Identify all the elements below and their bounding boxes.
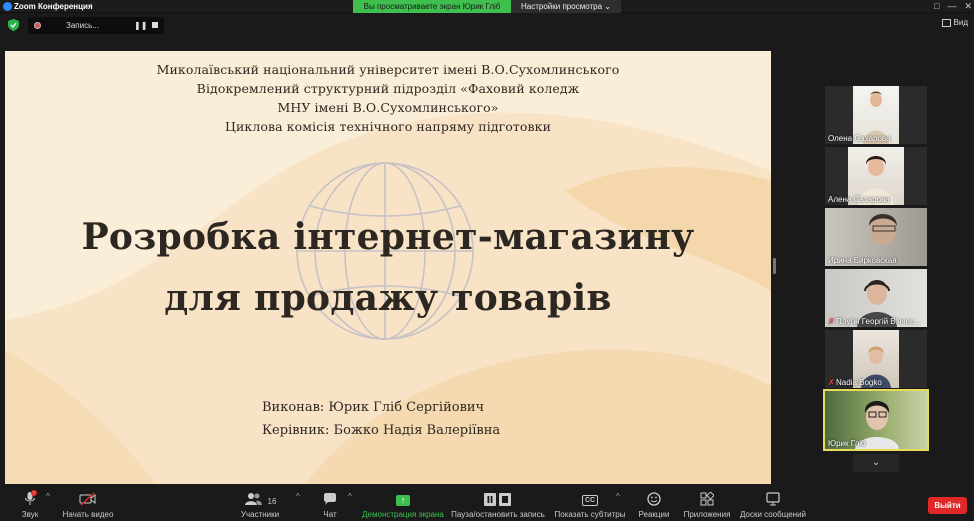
share-screen-button[interactable]: ↑ Демонстрация экрана — [362, 488, 444, 521]
audio-options-caret-icon[interactable]: ^ — [46, 492, 50, 501]
video-off-icon — [68, 488, 108, 506]
slide-title-line2: для продажу товарів — [164, 277, 612, 319]
participant-name: Алена Сахарова — [828, 195, 890, 204]
maximize-button[interactable]: □ — [934, 0, 939, 13]
slide-author: Виконав: Юрик Гліб Сергійович — [262, 400, 485, 415]
shared-screen-slide: Миколаївський національний університет і… — [5, 51, 771, 484]
zoom-logo-icon — [3, 2, 12, 11]
captions-label: Показать субтитры — [554, 510, 626, 519]
pause-stop-icon — [478, 488, 518, 506]
participant-name: Олена Сахарова — [828, 134, 891, 143]
minimize-button[interactable]: — — [947, 0, 956, 13]
audio-warning-badge: ! — [33, 491, 34, 497]
participant-tile[interactable]: ✗Плугін Георгій В'ячес... — [825, 269, 927, 327]
record-dot-icon — [34, 22, 41, 29]
gallery-scroll-down-button[interactable]: ⌄ — [853, 454, 899, 472]
slide-background-art — [5, 51, 771, 484]
muted-mic-icon: ✗ — [828, 378, 835, 387]
participant-name: Ирина Бирковская — [828, 256, 897, 265]
chevron-down-icon: ⌄ — [604, 2, 611, 11]
shield-icon[interactable] — [8, 19, 19, 31]
participants-label: Участники — [240, 510, 280, 519]
close-button[interactable]: ✕ — [964, 0, 972, 13]
slide-supervisor: Керівник: Божко Надія Валеріївна — [262, 423, 501, 438]
leave-meeting-button[interactable]: Выйти — [928, 497, 967, 514]
captions-icon-wrap: CC — [578, 488, 602, 506]
view-settings-label: Настройки просмотра — [521, 2, 603, 11]
audio-button[interactable]: ! Звук — [18, 488, 42, 521]
participant-tile-active-speaker[interactable]: Юрик Гліб — [823, 389, 929, 451]
pause-stop-recording-label: Пауза/остановить запись — [451, 510, 545, 519]
participants-count: 16 — [267, 497, 277, 506]
chat-bubble-icon — [318, 488, 342, 506]
splitter-handle[interactable] — [773, 258, 776, 274]
slide-header-line: Циклова комісія технічного напряму підго… — [224, 119, 552, 134]
apps-button[interactable]: Приложения — [684, 488, 730, 521]
slide-title-line1: Розробка інтернет-магазину — [81, 216, 695, 258]
muted-mic-icon: ✗ — [828, 317, 835, 326]
participant-name: Юрик Гліб — [828, 439, 866, 448]
apps-icon — [695, 488, 719, 506]
participants-button[interactable]: 16 Участники — [240, 488, 280, 521]
share-screen-icon: ↑ — [396, 495, 410, 506]
share-screen-label: Демонстрация экрана — [362, 510, 444, 519]
participants-options-caret-icon[interactable]: ^ — [296, 492, 300, 501]
captions-button[interactable]: CC Показать субтитры — [555, 488, 625, 521]
participant-name-text: Плугін Георгій В'ячес... — [836, 317, 921, 326]
audio-label: Звук — [21, 510, 39, 519]
slide-header-line: Відокремлений структурний підрозділ «Фах… — [196, 81, 580, 96]
whiteboard-icon — [760, 488, 786, 506]
apps-label: Приложения — [683, 510, 731, 519]
reactions-label: Реакции — [638, 510, 670, 519]
closed-captions-icon: CC — [581, 495, 599, 506]
recording-indicator: Запись... ❚❚ — [28, 17, 164, 34]
participants-icon: 16 — [240, 488, 280, 506]
whiteboards-label: Доски сообщений — [739, 510, 807, 519]
participant-tile[interactable]: ✗Nadia Bogko — [825, 330, 927, 388]
grid-view-icon — [941, 18, 951, 27]
slide-header-line: МНУ імені В.О.Сухомлинського» — [277, 100, 499, 115]
chat-label: Чат — [323, 510, 337, 519]
participant-tile[interactable]: Алена Сахарова — [825, 147, 927, 205]
participant-tile[interactable]: Олена Сахарова — [825, 86, 927, 144]
pause-recording-button[interactable]: ❚❚ — [134, 17, 147, 34]
participant-tile[interactable]: Ирина Бирковская — [825, 208, 927, 266]
window-controls: □ — ✕ — [934, 0, 972, 13]
title-bar: Zoom Конференция Вы просматриваете экран… — [0, 0, 974, 13]
chat-button[interactable]: Чат — [318, 488, 342, 521]
pause-stop-recording-button[interactable]: Пауза/остановить запись — [451, 488, 545, 521]
chevron-down-icon: ⌄ — [871, 457, 881, 468]
share-screen-icon-wrap: ↑ — [380, 488, 426, 506]
view-settings-button[interactable]: Настройки просмотра ⌄ — [511, 0, 621, 13]
reactions-button[interactable]: Реакции — [639, 488, 669, 521]
chat-options-caret-icon[interactable]: ^ — [348, 492, 352, 501]
stop-recording-button[interactable] — [152, 22, 158, 28]
start-video-label: Начать видео — [62, 510, 114, 519]
view-label: Вид — [953, 18, 968, 27]
app-title: Zoom Конференция — [14, 2, 93, 11]
participant-name-text: Nadia Bogko — [836, 378, 882, 387]
smiley-icon — [642, 488, 666, 506]
whiteboards-button[interactable]: Доски сообщений — [740, 488, 806, 521]
view-button[interactable]: Вид — [941, 18, 968, 27]
captions-options-caret-icon[interactable]: ^ — [616, 492, 620, 501]
screen-share-banner: Вы просматриваете экран Юрик Гліб — [353, 0, 511, 13]
recording-label: Запись... — [66, 21, 99, 30]
meeting-top-strip: Запись... ❚❚ Вид — [0, 14, 974, 36]
start-video-button[interactable]: Начать видео — [63, 488, 113, 521]
microphone-icon: ! — [18, 488, 42, 506]
participant-name: ✗Nadia Bogko — [828, 378, 882, 387]
slide-header-line: Миколаївський національний університет і… — [156, 62, 620, 77]
participant-name: ✗Плугін Георгій В'ячес... — [828, 317, 921, 326]
meeting-toolbar: ! Звук ^ Начать видео 16 Участники ^ Чат… — [0, 488, 974, 521]
